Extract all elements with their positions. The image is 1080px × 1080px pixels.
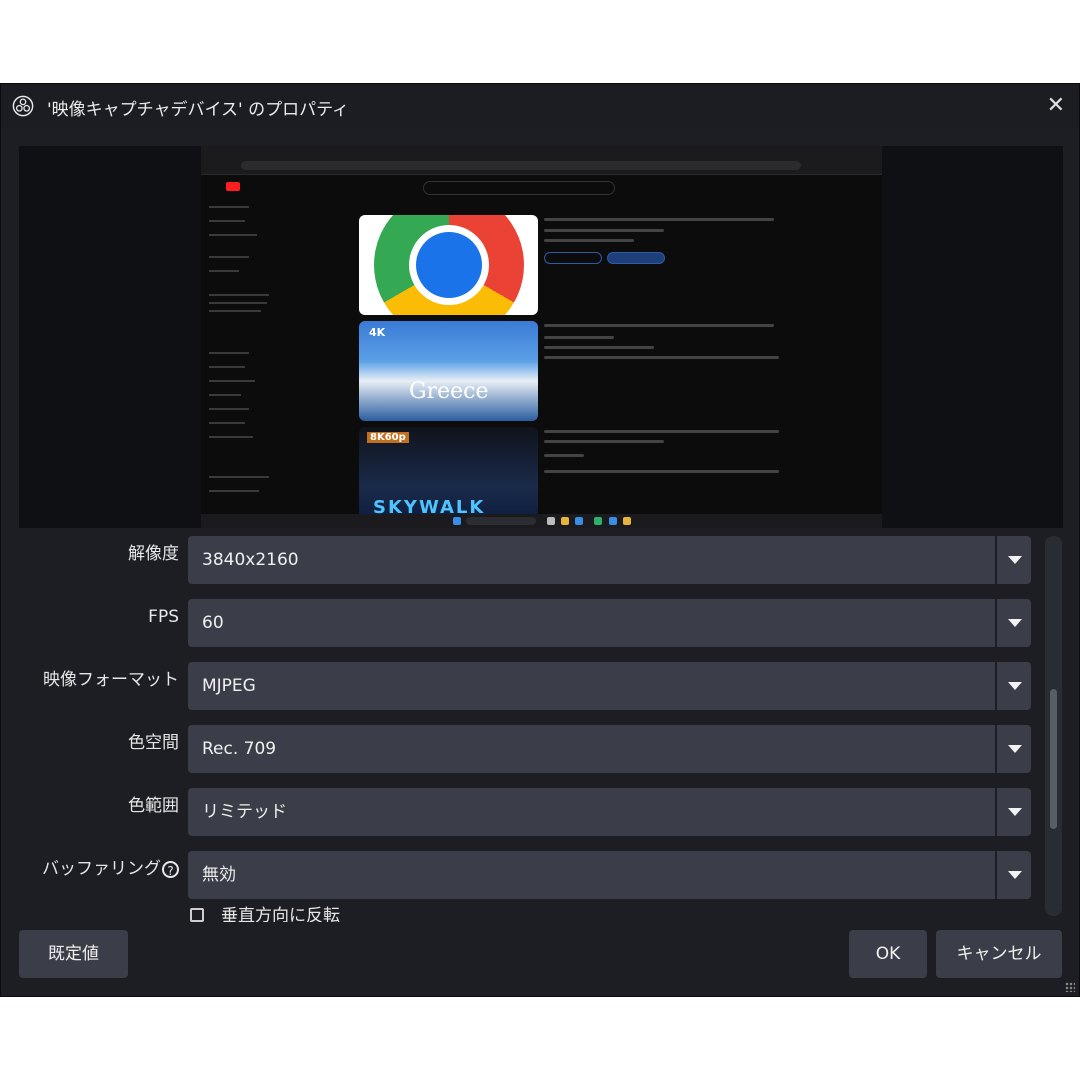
captured-sidebar-item bbox=[209, 220, 245, 222]
captured-sidebar-item bbox=[209, 436, 253, 438]
captured-browser-bar bbox=[201, 146, 882, 175]
captured-sidebar-item bbox=[209, 256, 249, 258]
resolution-label: 解像度 bbox=[128, 544, 179, 564]
close-icon[interactable]: ✕ bbox=[1047, 93, 1065, 118]
captured-search-box bbox=[423, 181, 615, 195]
captured-sidebar-item bbox=[209, 366, 245, 368]
fps-label: FPS bbox=[148, 607, 179, 627]
captured-video-meta bbox=[544, 229, 664, 232]
chevron-down-icon bbox=[1008, 745, 1022, 753]
captured-sidebar-item bbox=[209, 394, 241, 396]
captured-sidebar-item bbox=[209, 310, 261, 312]
resize-grip-icon[interactable] bbox=[1065, 982, 1075, 992]
scrollbar-thumb[interactable] bbox=[1050, 689, 1057, 829]
chevron-down-icon bbox=[1008, 871, 1022, 879]
captured-taskbar bbox=[201, 514, 882, 528]
flip-vertical-row[interactable]: 垂直方向に反転 bbox=[189, 906, 689, 922]
captured-url-bar bbox=[241, 161, 801, 170]
captured-sidebar-item bbox=[209, 352, 249, 354]
color-space-dropdown[interactable]: Rec. 709 bbox=[188, 725, 1031, 773]
setting-row-color-range: 色範囲 リミテッド bbox=[1, 788, 1041, 836]
chevron-down-icon bbox=[1008, 619, 1022, 627]
color-space-value: Rec. 709 bbox=[202, 739, 277, 759]
flip-vertical-label: 垂直方向に反転 bbox=[221, 906, 340, 922]
captured-youtube-logo-icon bbox=[226, 182, 240, 191]
captured-pill bbox=[607, 252, 665, 264]
title-bar[interactable]: '映像キャプチャデバイス' のプロパティ ✕ bbox=[1, 84, 1079, 128]
video-format-value: MJPEG bbox=[202, 676, 256, 696]
video-format-dropdown[interactable]: MJPEG bbox=[188, 662, 1031, 710]
properties-dialog: '映像キャプチャデバイス' のプロパティ ✕ 4K Greece 8K60p S… bbox=[0, 83, 1080, 997]
setting-row-color-space: 色空間 Rec. 709 bbox=[1, 725, 1041, 773]
captured-video-title bbox=[544, 324, 774, 327]
chevron-down-icon bbox=[1008, 556, 1022, 564]
captured-sidebar-item bbox=[209, 206, 249, 208]
captured-sidebar-item bbox=[209, 408, 249, 410]
captured-video-meta bbox=[544, 454, 584, 457]
captured-sidebar-item bbox=[209, 294, 269, 296]
color-space-label: 色空間 bbox=[128, 733, 179, 753]
resolution-value: 3840x2160 bbox=[202, 550, 299, 570]
captured-thumbnail-greece: 4K Greece bbox=[359, 321, 538, 421]
ok-button[interactable]: OK bbox=[849, 930, 927, 978]
captured-sidebar-item bbox=[209, 234, 257, 236]
color-range-dropdown[interactable]: リミテッド bbox=[188, 788, 1031, 836]
captured-sidebar-item bbox=[209, 476, 269, 478]
fps-value: 60 bbox=[202, 613, 224, 633]
help-icon[interactable]: ? bbox=[162, 860, 179, 878]
fps-dropdown[interactable]: 60 bbox=[188, 599, 1031, 647]
captured-video-meta bbox=[544, 346, 654, 349]
buffering-value: 無効 bbox=[202, 865, 236, 885]
settings-scrollbar[interactable] bbox=[1045, 536, 1062, 916]
setting-row-fps: FPS 60 bbox=[1, 599, 1041, 647]
color-range-value: リミテッド bbox=[202, 802, 287, 822]
cancel-button[interactable]: キャンセル bbox=[936, 930, 1062, 978]
setting-row-video-format: 映像フォーマット MJPEG bbox=[1, 662, 1041, 710]
setting-row-resolution: 解像度 3840x2160 bbox=[1, 536, 1041, 584]
setting-row-buffering: バッファリング? 無効 bbox=[1, 851, 1041, 899]
flip-vertical-checkbox[interactable] bbox=[190, 908, 204, 922]
buffering-dropdown[interactable]: 無効 bbox=[188, 851, 1031, 899]
dialog-title: '映像キャプチャデバイス' のプロパティ bbox=[47, 100, 350, 120]
captured-video-meta bbox=[544, 336, 614, 339]
source-preview: 4K Greece 8K60p SKYWALK bbox=[19, 146, 1063, 528]
color-range-label: 色範囲 bbox=[128, 796, 179, 816]
chevron-down-icon bbox=[1008, 808, 1022, 816]
captured-sidebar-item bbox=[209, 380, 255, 382]
video-format-label: 映像フォーマット bbox=[43, 670, 179, 690]
resolution-dropdown[interactable]: 3840x2160 bbox=[188, 536, 1031, 584]
captured-badge: 8K60p bbox=[367, 432, 409, 443]
captured-badge: 4K bbox=[369, 326, 386, 339]
captured-video-meta bbox=[544, 239, 634, 242]
captured-sidebar-item bbox=[209, 302, 267, 304]
captured-video-desc bbox=[544, 356, 779, 359]
captured-sidebar-item bbox=[209, 422, 245, 424]
captured-video-title bbox=[544, 440, 664, 443]
chevron-down-icon bbox=[1008, 682, 1022, 690]
captured-video-desc bbox=[544, 470, 779, 473]
captured-thumbnail-skywalk: 8K60p SKYWALK bbox=[359, 427, 538, 527]
captured-video-title bbox=[544, 430, 779, 433]
captured-thumb-text: Greece bbox=[409, 379, 489, 404]
captured-sidebar-item bbox=[209, 490, 259, 492]
defaults-button[interactable]: 既定値 bbox=[19, 930, 128, 978]
captured-sidebar-item bbox=[209, 270, 239, 272]
captured-screen: 4K Greece 8K60p SKYWALK bbox=[201, 146, 882, 528]
captured-thumbnail-chrome bbox=[359, 215, 538, 315]
obs-logo-icon bbox=[12, 95, 34, 117]
captured-pill bbox=[544, 252, 602, 264]
buffering-label: バッファリング? bbox=[42, 851, 179, 899]
captured-video-title bbox=[544, 218, 774, 221]
